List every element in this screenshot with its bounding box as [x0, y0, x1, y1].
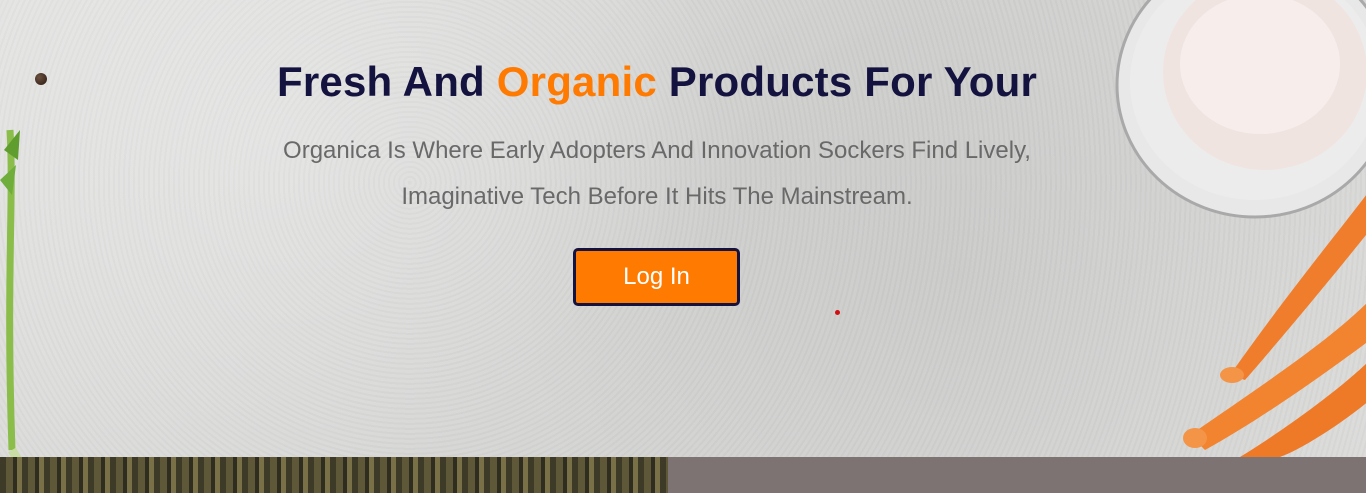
red-dot-marker — [835, 310, 840, 315]
hero-title: Fresh And Organic Products For Your — [0, 58, 1314, 106]
title-accent-text: Organic — [496, 58, 657, 105]
hero-section: Fresh And Organic Products For Your Orga… — [0, 0, 1366, 457]
title-text-start: Fresh And — [276, 58, 497, 105]
login-button[interactable]: Log In — [573, 248, 740, 306]
subtitle-line-1: Organica Is Where Early Adopters And Inn… — [283, 137, 1031, 164]
hero-subtitle: Organica Is Where Early Adopters And Inn… — [0, 128, 1314, 220]
gray-panel-strip — [668, 457, 1366, 493]
subtitle-line-2: Imaginative Tech Before It Hits The Main… — [401, 183, 913, 210]
title-text-end: Products For Your — [656, 58, 1037, 105]
wood-image-strip — [0, 457, 668, 493]
